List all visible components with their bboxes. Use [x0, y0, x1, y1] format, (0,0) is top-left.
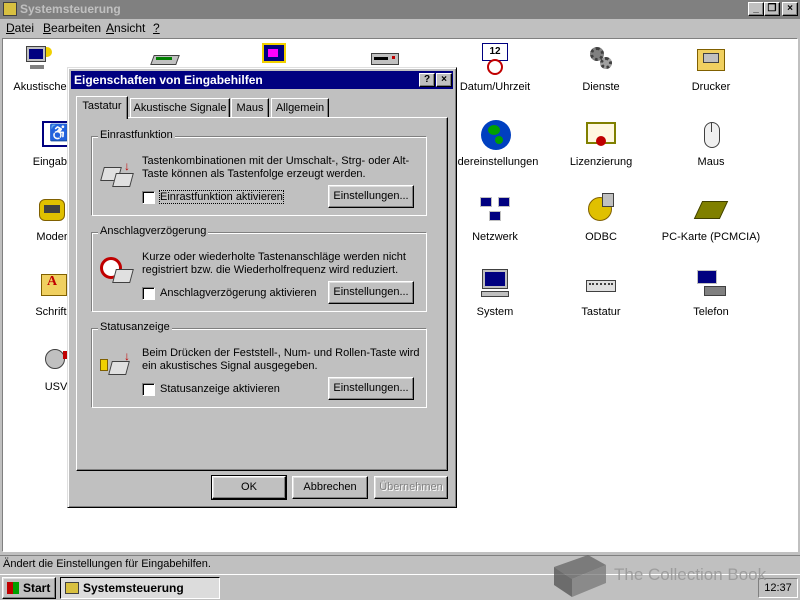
- anschlagverzoegerung-checkbox[interactable]: [142, 287, 155, 300]
- menu-accel: ?: [153, 21, 160, 35]
- certificate-icon: [584, 118, 618, 152]
- tab-panel-tastatur: Einrastfunktion ↓ Tastenkombinationen mi…: [76, 117, 448, 471]
- start-label: Start: [23, 581, 51, 595]
- menubar: Datei Bearbeiten Ansicht ?: [0, 19, 800, 38]
- speaker-monitor-icon: [23, 43, 57, 77]
- group-title: Einrastfunktion: [98, 129, 175, 141]
- einrastfunktion-checkbox[interactable]: [142, 191, 155, 204]
- group-einrastfunktion: Einrastfunktion ↓ Tastenkombinationen mi…: [91, 129, 427, 216]
- fonts-folder-icon: A: [37, 268, 71, 302]
- icon-label: PC-Karte (PCMCIA): [661, 231, 761, 243]
- dialog-close-button[interactable]: ×: [436, 73, 452, 87]
- icon-label: ODBC: [585, 231, 617, 243]
- menu-datei[interactable]: Datei: [6, 19, 34, 37]
- icon-pc-karte[interactable]: PC-Karte (PCMCIA): [656, 193, 766, 243]
- menu-accel: B: [43, 21, 52, 35]
- menu-ansicht[interactable]: Ansicht: [106, 19, 145, 37]
- calendar-clock-icon: 12: [478, 43, 512, 77]
- icon-drucker[interactable]: Drucker: [656, 43, 766, 93]
- icon-dienste[interactable]: Dienste: [546, 43, 656, 93]
- icon-label: Tastatur: [581, 306, 621, 318]
- watermark: The Collection Book: [548, 553, 798, 599]
- tab-maus[interactable]: Maus: [231, 98, 269, 118]
- icon-telefon[interactable]: Telefon: [656, 268, 766, 318]
- keyboard-keys-icon: ↓: [100, 159, 134, 189]
- dialog-titlebar[interactable]: Eigenschaften von Eingabehilfen ? ×: [71, 71, 453, 89]
- cancel-button[interactable]: Abbrechen: [292, 476, 368, 499]
- icon-label: Drucker: [691, 81, 731, 93]
- accessibility-properties-dialog: Eigenschaften von Eingabehilfen ? × Tast…: [67, 67, 457, 508]
- taskbar-item-label: Systemsteuerung: [83, 581, 184, 595]
- icon-label: Maus: [697, 156, 725, 168]
- icon-tastatur[interactable]: Tastatur: [546, 268, 656, 318]
- window-title: Systemsteuerung: [20, 2, 121, 16]
- book-logo-icon: [554, 555, 606, 597]
- watermark-text: The Collection Book: [614, 565, 767, 584]
- pc-card-icon: [693, 193, 729, 227]
- icon-maus[interactable]: Maus: [656, 118, 766, 168]
- icon-label: Telefon: [693, 306, 729, 318]
- keyboard-icon: [584, 268, 618, 302]
- menu-label: nsicht: [114, 21, 146, 35]
- computer-icon: [478, 268, 512, 302]
- einrastfunktion-checkbox-label[interactable]: Einrastfunktion aktivieren: [159, 190, 284, 204]
- telephone-modem-icon: [35, 193, 69, 227]
- menu-accel: A: [106, 21, 115, 35]
- taskbar-item-systemsteuerung[interactable]: Systemsteuerung: [60, 577, 220, 599]
- statusanzeige-checkbox-label[interactable]: Statusanzeige aktivieren: [160, 383, 280, 395]
- mouse-icon: [694, 118, 728, 152]
- group-description: Beim Drücken der Feststell-, Num- und Ro…: [142, 347, 420, 372]
- gears-icon: [584, 43, 618, 77]
- control-panel-icon: [3, 2, 17, 16]
- group-title: Statusanzeige: [98, 321, 172, 333]
- speaker-keys-icon: ↓: [100, 349, 134, 381]
- tab-allgemein[interactable]: Allgemein: [271, 98, 329, 118]
- anschlagverzoegerung-settings-button[interactable]: Einstellungen...: [328, 281, 414, 304]
- minimize-button[interactable]: _: [748, 2, 764, 16]
- start-button[interactable]: Start: [2, 577, 56, 599]
- icon-lizenzierung[interactable]: Lizenzierung: [546, 118, 656, 168]
- close-button[interactable]: ×: [782, 2, 798, 16]
- help-button[interactable]: ?: [419, 73, 435, 87]
- statusanzeige-checkbox[interactable]: [142, 383, 155, 396]
- windows-logo-icon: [7, 582, 19, 594]
- icon-label: Lizenzierung: [569, 156, 633, 168]
- menu-label: atei: [14, 21, 35, 35]
- group-anschlagverzoegerung: Anschlagverzögerung Kurze oder wiederhol…: [91, 225, 427, 312]
- dialog-title: Eigenschaften von Eingabehilfen: [74, 73, 263, 87]
- apply-button[interactable]: Übernehmen: [374, 476, 448, 499]
- menu-bearbeiten[interactable]: Bearbeiten: [43, 19, 101, 37]
- einrastfunktion-settings-button[interactable]: Einstellungen...: [328, 185, 414, 208]
- group-description: Kurze oder wiederholte Tastenanschläge w…: [142, 251, 406, 276]
- group-statusanzeige: Statusanzeige ↓ Beim Drücken der Festste…: [91, 321, 427, 408]
- icon-label: Dienste: [582, 81, 620, 93]
- anschlagverzoegerung-checkbox-label[interactable]: Anschlagverzögerung aktivieren: [160, 287, 317, 299]
- control-panel-icon: [65, 582, 79, 594]
- tab-tastatur[interactable]: Tastatur: [76, 96, 128, 119]
- group-description: Tastenkombinationen mit der Umschalt-, S…: [142, 155, 410, 180]
- menu-label: earbeiten: [51, 21, 102, 35]
- window-titlebar[interactable]: Systemsteuerung _ ❐ ×: [0, 0, 800, 19]
- ok-button[interactable]: OK: [211, 475, 287, 500]
- globe-icon: [478, 118, 512, 152]
- printer-folder-icon: [694, 43, 728, 77]
- statusanzeige-settings-button[interactable]: Einstellungen...: [328, 377, 414, 400]
- network-icon: [478, 193, 512, 227]
- menu-help[interactable]: ?: [153, 19, 160, 37]
- stopwatch-keys-icon: [100, 255, 134, 285]
- restore-button[interactable]: ❐: [764, 2, 780, 16]
- group-title: Anschlagverzögerung: [98, 225, 209, 237]
- telephone-icon: [694, 268, 728, 302]
- odbc-icon: [584, 193, 618, 227]
- status-text: Ändert die Einstellungen für Eingabehilf…: [3, 558, 211, 570]
- tab-akustische-signale[interactable]: Akustische Signale: [130, 98, 230, 118]
- menu-accel: D: [6, 21, 15, 35]
- icon-odbc[interactable]: ODBC: [546, 193, 656, 243]
